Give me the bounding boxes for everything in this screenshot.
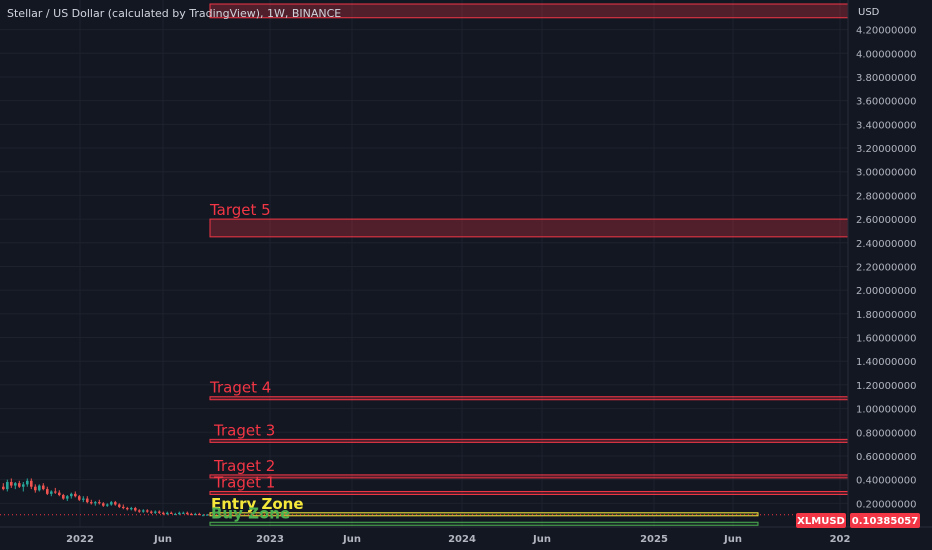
candle-body bbox=[150, 511, 153, 513]
chart-background bbox=[0, 0, 932, 550]
y-tick-label: 3.60000000 bbox=[856, 97, 916, 108]
x-tick-label: Jun bbox=[532, 534, 551, 545]
candle-body bbox=[58, 492, 61, 496]
zone-label: Traget 2 bbox=[213, 457, 275, 475]
symbol-tag-label: XLMUSD bbox=[797, 516, 845, 527]
candle-body bbox=[162, 512, 165, 514]
candle-body bbox=[66, 496, 69, 499]
y-tick-label: 2.00000000 bbox=[856, 286, 916, 297]
candle-body bbox=[46, 489, 49, 494]
candle-body bbox=[74, 493, 77, 497]
y-tick-label: 0.80000000 bbox=[856, 428, 916, 439]
x-tick-label: 2023 bbox=[256, 534, 284, 545]
candle-body bbox=[130, 508, 133, 510]
y-tick-label: 0.20000000 bbox=[856, 499, 916, 510]
zone-label: Target 5 bbox=[209, 201, 271, 219]
y-tick-label: 2.60000000 bbox=[856, 215, 916, 226]
y-tick-label: 3.80000000 bbox=[856, 73, 916, 84]
y-tick-label: 1.60000000 bbox=[856, 334, 916, 345]
x-tick-label: Jun bbox=[342, 534, 361, 545]
candle-body bbox=[118, 504, 121, 507]
candle-body bbox=[134, 508, 137, 511]
candle-body bbox=[78, 496, 81, 500]
candle-body bbox=[34, 486, 37, 491]
candle-body bbox=[14, 483, 17, 486]
price-axis-unit: USD bbox=[858, 7, 880, 18]
candle-body bbox=[6, 481, 9, 490]
x-tick-label: 202 bbox=[830, 534, 851, 545]
candle-body bbox=[86, 498, 89, 503]
candle-body bbox=[42, 485, 45, 490]
y-tick-label: 4.00000000 bbox=[856, 49, 916, 60]
y-tick-label: 1.40000000 bbox=[856, 357, 916, 368]
candle-body bbox=[170, 512, 173, 514]
candle-body bbox=[102, 503, 105, 506]
candle-body bbox=[82, 498, 85, 500]
candle-body bbox=[62, 495, 65, 499]
chart-title: Stellar / US Dollar (calculated by Tradi… bbox=[7, 7, 341, 20]
price-tags: XLMUSD 0.10385057 bbox=[796, 513, 920, 528]
zone-box bbox=[209, 438, 849, 443]
zone-label: Traget 4 bbox=[209, 379, 271, 397]
zone-label: Traget 3 bbox=[213, 421, 275, 439]
candle-body bbox=[98, 502, 101, 504]
y-tick-label: 3.20000000 bbox=[856, 144, 916, 155]
candle-body bbox=[114, 502, 117, 505]
price-chart[interactable]: Target 5 Traget 4 Traget 3 Traget 2Traget 1… bbox=[0, 0, 932, 550]
candle-body bbox=[106, 504, 109, 506]
candle-body bbox=[202, 515, 205, 517]
x-tick-label: Jun bbox=[723, 534, 742, 545]
candle-body bbox=[178, 512, 181, 514]
candle-body bbox=[122, 506, 125, 509]
zone-box bbox=[209, 490, 849, 495]
y-tick-label: 1.80000000 bbox=[856, 310, 916, 321]
y-tick-label: 1.00000000 bbox=[856, 405, 916, 416]
candle-body bbox=[38, 485, 41, 491]
y-tick-label: 2.80000000 bbox=[856, 191, 916, 202]
candle-body bbox=[110, 502, 113, 505]
y-tick-label: 3.00000000 bbox=[856, 168, 916, 179]
x-tick-label: 2025 bbox=[640, 534, 668, 545]
y-tick-label: 1.20000000 bbox=[856, 381, 916, 392]
x-tick-label: 2022 bbox=[66, 534, 94, 545]
candle-body bbox=[182, 512, 185, 514]
candle-body bbox=[2, 486, 5, 490]
candle-body bbox=[18, 483, 21, 487]
chart-container[interactable]: Target 5 Traget 4 Traget 3 Traget 2 Traget 1… bbox=[0, 0, 932, 550]
y-tick-label: 2.40000000 bbox=[856, 239, 916, 250]
candle-body bbox=[30, 480, 33, 487]
price-axis[interactable]: 0.20000000 0.40000000 0.60000000 0.80000000… bbox=[856, 26, 916, 511]
candle-body bbox=[22, 484, 25, 487]
candle-body bbox=[26, 480, 29, 485]
y-tick-label: 2.20000000 bbox=[856, 262, 916, 273]
zone-box bbox=[209, 396, 849, 401]
zone-box bbox=[209, 521, 759, 526]
candle-body bbox=[186, 512, 189, 514]
candle-body bbox=[70, 493, 73, 497]
candle-body bbox=[94, 502, 97, 504]
candle-body bbox=[166, 512, 169, 514]
candle-body bbox=[10, 481, 13, 486]
x-tick-label: Jun bbox=[153, 534, 172, 545]
zone-box bbox=[209, 218, 849, 238]
candle-body bbox=[90, 502, 93, 504]
candle-body bbox=[126, 508, 129, 510]
y-tick-label: 0.40000000 bbox=[856, 476, 916, 487]
candle-body bbox=[138, 510, 141, 512]
candle-body bbox=[142, 510, 145, 512]
zone-box bbox=[209, 474, 849, 479]
candle-body bbox=[54, 491, 57, 493]
candle-body bbox=[158, 511, 161, 513]
price-tag-value: 0.10385057 bbox=[852, 516, 918, 527]
zone-label: Buy Zone bbox=[211, 504, 290, 522]
zone-label: Traget 1 bbox=[213, 473, 275, 491]
candle-body bbox=[154, 511, 157, 513]
y-tick-label: 3.40000000 bbox=[856, 120, 916, 131]
y-tick-label: 4.20000000 bbox=[856, 26, 916, 37]
y-tick-label: 0.60000000 bbox=[856, 452, 916, 463]
candle-body bbox=[146, 510, 149, 512]
x-tick-label: 2024 bbox=[448, 534, 476, 545]
candle-body bbox=[50, 491, 53, 494]
